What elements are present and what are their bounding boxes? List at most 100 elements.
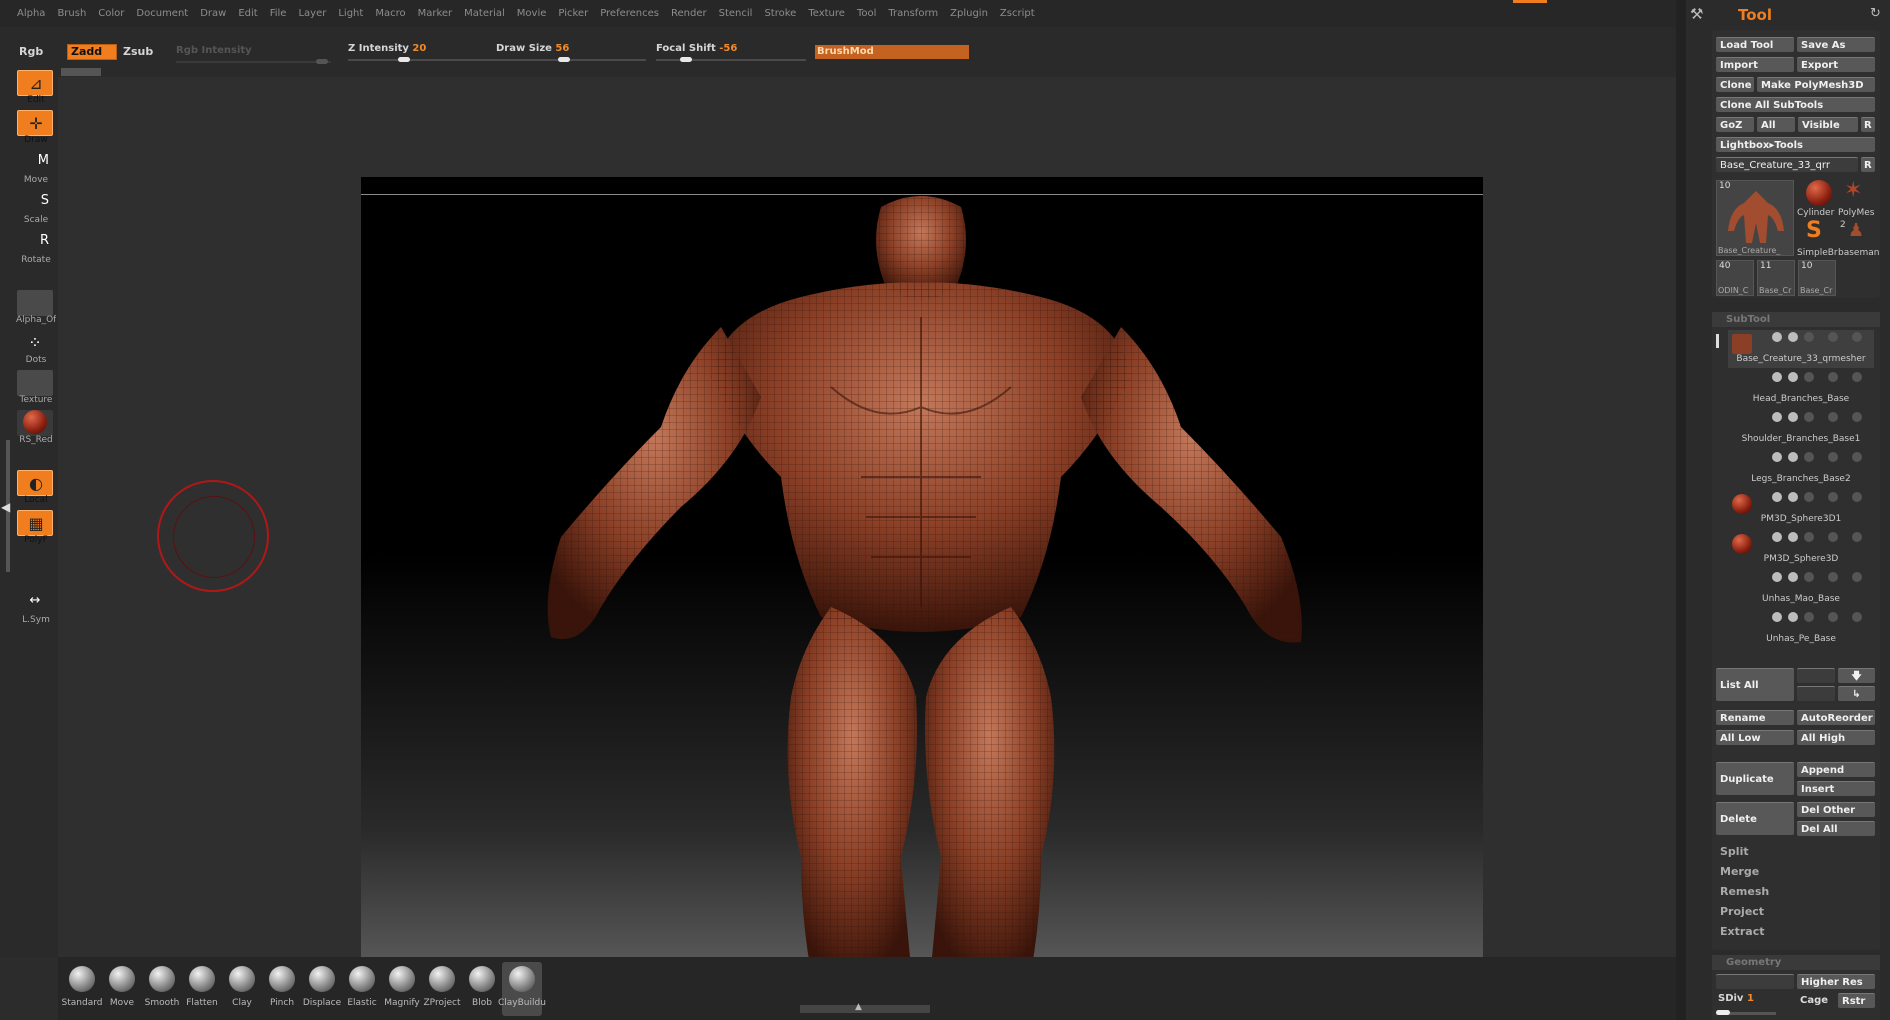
brush-displace[interactable]: Displace <box>302 962 342 1016</box>
geometry-header[interactable]: Geometry <box>1712 955 1880 970</box>
menu-picker[interactable]: Picker <box>558 8 588 19</box>
export-button[interactable]: Export <box>1797 57 1875 72</box>
subtool-row[interactable]: Unhas_Pe_Base <box>1728 610 1874 648</box>
subtool-row[interactable]: Head_Branches_Base <box>1728 370 1874 408</box>
menu-layer[interactable]: Layer <box>298 8 326 19</box>
clone-button[interactable]: Clone <box>1716 77 1754 92</box>
menu-stencil[interactable]: Stencil <box>719 8 753 19</box>
subtool-toggle-icon[interactable] <box>1804 612 1814 622</box>
autoreorder-button[interactable]: AutoReorder <box>1797 710 1875 725</box>
alpha-button[interactable]: Alpha_Off <box>16 290 56 326</box>
polyf-button[interactable]: ▦ PolyF <box>16 510 54 546</box>
brush-flatten[interactable]: Flatten <box>182 962 222 1016</box>
all-low-button[interactable]: All Low <box>1716 730 1794 745</box>
insert-button[interactable]: Insert <box>1797 781 1875 796</box>
sdiv-slider[interactable]: SDiv 1 <box>1718 993 1754 1004</box>
subtool-row[interactable]: Unhas_Mao_Base <box>1728 570 1874 608</box>
subtool-toggle-icon[interactable] <box>1852 372 1862 382</box>
menu-file[interactable]: File <box>270 8 287 19</box>
goz-button[interactable]: GoZ <box>1716 117 1754 132</box>
menu-movie[interactable]: Movie <box>517 8 547 19</box>
visibility-toggle-icon[interactable] <box>1772 612 1782 622</box>
brush-clay[interactable]: Clay <box>222 962 262 1016</box>
subtool-toggle-icon[interactable] <box>1828 372 1838 382</box>
menu-preferences[interactable]: Preferences <box>600 8 659 19</box>
visibility-toggle-icon[interactable] <box>1772 332 1782 342</box>
left-expand-arrow-icon[interactable]: ◀ <box>1 500 10 514</box>
bottom-scroll-strip[interactable] <box>800 1005 930 1013</box>
subtool-down-button[interactable] <box>1797 686 1835 701</box>
subtool-toggle-icon[interactable] <box>1804 372 1814 382</box>
focal-shift-knob[interactable] <box>680 57 692 62</box>
rstr-button[interactable]: Rstr <box>1838 993 1875 1008</box>
scale-button[interactable]: S Scale <box>16 190 54 226</box>
edit-button[interactable]: ⊿ Edit <box>16 70 54 106</box>
local-button[interactable]: ◐ Local <box>16 470 54 506</box>
merge-menu[interactable]: Merge <box>1720 865 1759 878</box>
make-polymesh3d-button[interactable]: Make PolyMesh3D <box>1757 77 1875 92</box>
menu-zscript[interactable]: Zscript <box>1000 8 1035 19</box>
menu-tool[interactable]: Tool <box>857 8 876 19</box>
menu-light[interactable]: Light <box>338 8 363 19</box>
subtool-toggle-icon[interactable] <box>1828 412 1838 422</box>
subtool-scroll-thumb[interactable] <box>1716 334 1719 348</box>
subtool-toggle-icon[interactable] <box>1804 452 1814 462</box>
small-slider-bar[interactable] <box>61 68 101 76</box>
brushmod-button[interactable]: BrushMod <box>815 45 969 59</box>
move-corner-arrow-icon[interactable]: ↳ <box>1838 686 1875 701</box>
brush-magnify[interactable]: Magnify <box>382 962 422 1016</box>
duplicate-button[interactable]: Duplicate <box>1716 762 1794 795</box>
menu-render[interactable]: Render <box>671 8 707 19</box>
menu-marker[interactable]: Marker <box>418 8 453 19</box>
save-as-button[interactable]: Save As <box>1797 37 1875 52</box>
cage-button[interactable]: Cage <box>1800 995 1828 1006</box>
subtool-row[interactable]: Shoulder_Branches_Base1 <box>1728 410 1874 448</box>
menu-macro[interactable]: Macro <box>375 8 405 19</box>
clone-all-subtools-button[interactable]: Clone All SubTools <box>1716 97 1875 112</box>
subtool-toggle-icon[interactable] <box>1804 572 1814 582</box>
del-all-button[interactable]: Del All <box>1797 821 1875 836</box>
append-button[interactable]: Append <box>1797 762 1875 777</box>
bottom-expand-arrow-icon[interactable]: ▲ <box>855 1002 862 1012</box>
brush-move[interactable]: Move <box>102 962 142 1016</box>
higher-res-button[interactable]: Higher Res <box>1797 974 1875 989</box>
subtool-toggle-icon[interactable] <box>1804 492 1814 502</box>
visibility-toggle-icon[interactable] <box>1772 572 1782 582</box>
rgb-button[interactable]: Rgb <box>19 45 43 58</box>
visibility-toggle-icon[interactable] <box>1772 452 1782 462</box>
subtool-toggle-icon[interactable] <box>1788 492 1798 502</box>
cylinder-thumb-icon[interactable] <box>1806 180 1832 206</box>
creature-model[interactable] <box>361 177 1483 1015</box>
lightbox-tools-button[interactable]: Lightbox▸Tools <box>1716 137 1875 152</box>
subtool-toggle-icon[interactable] <box>1852 612 1862 622</box>
subtool-toggle-icon[interactable] <box>1828 572 1838 582</box>
goz-visible-button[interactable]: Visible <box>1798 117 1858 132</box>
subtool-toggle-icon[interactable] <box>1828 332 1838 342</box>
subtool-row[interactable]: PM3D_Sphere3D1 <box>1728 490 1874 528</box>
z-intensity-knob[interactable] <box>398 57 410 62</box>
material-button[interactable]: RS_Red <box>16 410 54 446</box>
subtool-toggle-icon[interactable] <box>1852 332 1862 342</box>
tool-thumb-base-cr-2[interactable]: 10 Base_Cr <box>1798 260 1836 296</box>
rgb-intensity-slider[interactable]: Rgb Intensity <box>176 45 252 56</box>
menu-brush[interactable]: Brush <box>57 8 86 19</box>
brush-standard[interactable]: Standard <box>62 962 102 1016</box>
visibility-toggle-icon[interactable] <box>1772 532 1782 542</box>
menu-material[interactable]: Material <box>464 8 505 19</box>
list-all-button[interactable]: List All <box>1716 668 1794 701</box>
subtool-toggle-icon[interactable] <box>1828 492 1838 502</box>
subtool-toggle-icon[interactable] <box>1804 532 1814 542</box>
lsym-button[interactable]: ↔ L.Sym <box>16 590 54 626</box>
subtool-toggle-icon[interactable] <box>1828 452 1838 462</box>
subtool-toggle-icon[interactable] <box>1852 492 1862 502</box>
subtool-toggle-icon[interactable] <box>1788 572 1798 582</box>
all-high-button[interactable]: All High <box>1797 730 1875 745</box>
menu-transform[interactable]: Transform <box>888 8 938 19</box>
menu-color[interactable]: Color <box>98 8 124 19</box>
draw-size-knob[interactable] <box>558 57 570 62</box>
rotate-button[interactable]: R Rotate <box>16 230 54 266</box>
move-button[interactable]: M Move <box>16 150 54 186</box>
subtool-toggle-icon[interactable] <box>1852 452 1862 462</box>
texture-button[interactable]: Texture <box>16 370 54 406</box>
current-tool-r-button[interactable]: R <box>1861 157 1875 172</box>
